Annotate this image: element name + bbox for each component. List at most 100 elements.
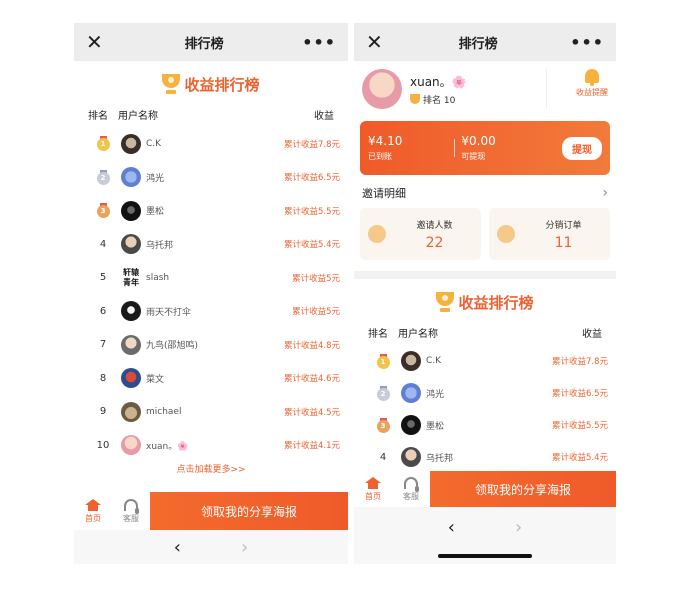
rank-number: 4 — [99, 238, 107, 250]
avatar — [121, 301, 141, 322]
gold-medal-icon: 1 — [376, 353, 390, 369]
user-name: xuan。🌸 — [146, 441, 189, 452]
load-more-link[interactable]: 点击加载更多>> — [74, 462, 348, 478]
header-rank: 排名 — [88, 110, 108, 122]
ranking-header: 收益排行榜 — [74, 67, 348, 101]
avatar — [401, 447, 421, 467]
trophy-icon — [410, 94, 420, 104]
more-icon[interactable]: ••• — [570, 33, 604, 52]
withdrawable-amount: ¥0.00 — [461, 134, 496, 148]
tab-home[interactable]: 首页 — [354, 471, 392, 507]
top-bar: ✕ 排行榜 ••• — [354, 23, 616, 61]
ranking-title: 收益排行榜 — [184, 75, 260, 94]
close-icon[interactable]: ✕ — [366, 32, 386, 52]
table-row: 4 乌托邦 累计收益5.4元 — [354, 441, 616, 473]
table-row: 6 雨天不打伞 累计收益5元 — [74, 295, 348, 329]
invite-count-label: 邀请人数 — [416, 220, 453, 231]
avatar — [121, 234, 141, 255]
tab-service[interactable]: 客服 — [112, 492, 150, 530]
tab-home[interactable]: 首页 — [74, 492, 112, 530]
earnings-value: 累计收益6.5元 — [551, 389, 608, 399]
table-row: 9 michael 累计收益4.5元 — [74, 395, 348, 429]
earnings-value: 累计收益5元 — [292, 307, 340, 318]
share-poster-button[interactable]: 领取我的分享海报 — [430, 471, 616, 507]
rank-number: 9 — [99, 406, 107, 418]
rank-number: 4 — [379, 451, 387, 463]
arrived-label: 已到账 — [368, 152, 392, 161]
invite-details-link[interactable]: 邀请明细 › — [354, 178, 616, 208]
silver-medal-icon: 2 — [376, 385, 390, 401]
ranking-table-header: 排名 用户名称 收益 — [74, 101, 348, 127]
header-earnings: 收益 — [582, 328, 602, 340]
user-name: C.K — [146, 138, 162, 149]
earnings-value: 累计收益7.8元 — [551, 357, 608, 367]
user-name: 乌托邦 — [426, 453, 454, 464]
tab-home-label: 首页 — [85, 513, 101, 523]
earnings-reminder-label: 收益提醒 — [576, 88, 608, 97]
rank-number: 7 — [99, 339, 107, 351]
chevron-right-icon: › — [602, 185, 608, 201]
forward-icon[interactable]: › — [241, 537, 248, 558]
avatar — [401, 415, 421, 435]
top-bar: ✕ 排行榜 ••• — [74, 23, 348, 61]
more-icon[interactable]: ••• — [302, 33, 336, 52]
user-name: 鸿光 — [426, 389, 445, 400]
avatar — [121, 133, 141, 154]
close-icon[interactable]: ✕ — [86, 32, 106, 52]
bottom-tab-bar: 首页 客服 领取我的分享海报 — [354, 471, 616, 507]
avatar — [121, 435, 141, 456]
earnings-value: 累计收益4.6元 — [283, 374, 340, 385]
avatar — [121, 401, 141, 422]
tab-home-label: 首页 — [365, 491, 381, 501]
invite-count-card[interactable]: 邀请人数 22 — [360, 208, 481, 260]
bottom-tab-bar: 首页 客服 领取我的分享海报 — [74, 492, 348, 530]
share-poster-button[interactable]: 领取我的分享海报 — [150, 492, 348, 530]
earnings-value: 累计收益4.5元 — [283, 407, 340, 418]
divider — [454, 139, 456, 157]
earnings-value: 累计收益5.5元 — [283, 206, 340, 217]
header-user: 用户名称 — [118, 110, 158, 122]
table-row: 1 C.K 累计收益7.8元 — [354, 345, 616, 377]
tab-service-label: 客服 — [403, 491, 419, 501]
table-row: 10 xuan。🌸 累计收益4.1元 — [74, 429, 348, 463]
ranking-header: 收益排行榜 — [354, 285, 616, 319]
user-name: 乌托邦 — [146, 240, 174, 251]
withdraw-button[interactable]: 提现 — [562, 136, 602, 160]
table-row: 2 鸿光 累计收益6.5元 — [354, 377, 616, 409]
invite-count-value: 22 — [425, 234, 444, 251]
home-indicator[interactable] — [438, 554, 532, 558]
stats-row: 邀请人数 22 分销订单 11 — [354, 208, 616, 260]
tab-service[interactable]: 客服 — [392, 471, 430, 507]
avatar: 轩辕 青年 — [121, 267, 141, 288]
user-name: 九鸟(邵旭鸣) — [146, 341, 199, 352]
table-row: 2 鸿光 累计收益6.5元 — [74, 161, 348, 195]
rank-number: 10 — [96, 439, 110, 451]
ranking-table-header: 排名 用户名称 收益 — [354, 319, 616, 345]
orders-card[interactable]: 分销订单 11 — [489, 208, 610, 260]
table-row: 1 C.K 累计收益7.8元 — [74, 127, 348, 161]
profile-name: xuan。🌸 — [410, 74, 467, 89]
profile-rank: 排名 10 — [410, 93, 467, 106]
earnings-value: 累计收益4.1元 — [283, 441, 340, 452]
table-row: 7 九鸟(邵旭鸣) 累计收益4.8元 — [74, 328, 348, 362]
earnings-value: 累计收益5.4元 — [283, 240, 340, 251]
avatar — [121, 167, 141, 188]
table-row: 3 墨松 累计收益5.5元 — [354, 409, 616, 441]
back-icon[interactable]: ‹ — [174, 537, 181, 558]
bronze-medal-icon: 3 — [376, 417, 390, 433]
earnings-value: 累计收益5.5元 — [551, 421, 608, 431]
earnings-value: 累计收益5元 — [292, 273, 340, 284]
table-row: 3 墨松 累计收益5.5元 — [74, 194, 348, 228]
forward-icon[interactable]: › — [515, 517, 522, 538]
user-name: C.K — [426, 356, 442, 366]
orders-label: 分销订单 — [545, 220, 582, 231]
earnings-reminder-button[interactable]: 收益提醒 — [576, 69, 608, 98]
leaderboard-screen: ✕ 排行榜 ••• 收益排行榜 排名 用户名称 收益 1 C.K 累计收益7.8… — [74, 23, 348, 564]
profile-header: xuan。🌸 排名 10 收益提醒 — [354, 61, 616, 117]
avatar — [362, 69, 402, 109]
silver-medal-icon: 2 — [96, 169, 110, 185]
arrived-amount: ¥4.10 — [368, 134, 403, 148]
back-icon[interactable]: ‹ — [448, 517, 455, 538]
trophy-icon — [436, 292, 455, 312]
rank-number: 5 — [99, 272, 107, 284]
